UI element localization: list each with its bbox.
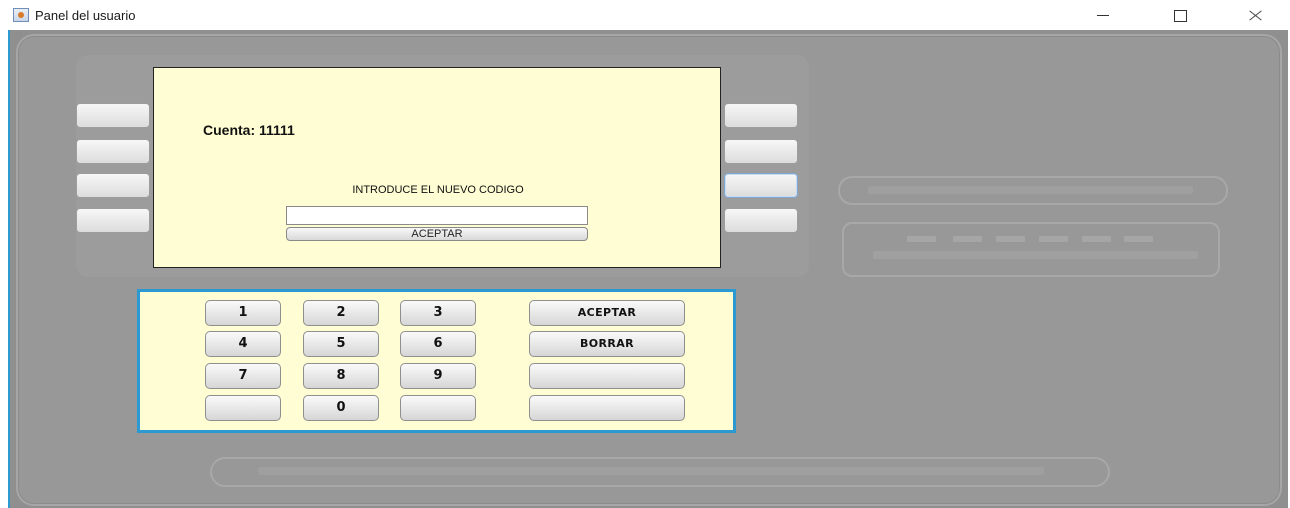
key-6[interactable]: 6: [400, 331, 476, 357]
dispenser-indicator: [1124, 236, 1153, 242]
key-1[interactable]: 1: [205, 300, 281, 326]
new-code-input[interactable]: [286, 206, 588, 225]
key-4[interactable]: 4: [205, 331, 281, 357]
atm-screen: Cuenta: 11111 INTRODUCE EL NUEVO CODIGO …: [153, 67, 721, 268]
maximize-icon[interactable]: [1157, 2, 1203, 28]
left-side-button-1[interactable]: [76, 103, 150, 128]
key-7[interactable]: 7: [205, 363, 281, 389]
card-slot-opening: [868, 186, 1193, 194]
right-side-button-2[interactable]: [724, 139, 798, 164]
screen-accept-button[interactable]: ACEPTAR: [286, 227, 588, 241]
keypad-blank-func-1[interactable]: [529, 363, 685, 389]
java-app-icon: [13, 8, 29, 22]
key-2[interactable]: 2: [303, 300, 379, 326]
dispenser-indicator: [907, 236, 936, 242]
new-code-prompt: INTRODUCE EL NUEVO CODIGO: [352, 184, 524, 196]
dispenser-indicator: [1039, 236, 1068, 242]
right-side-button-4[interactable]: [724, 208, 798, 233]
right-side-button-3[interactable]: [724, 173, 798, 198]
key-blank-left[interactable]: [205, 395, 281, 421]
title-bar: Panel del usuario: [0, 0, 1290, 30]
keypad: 1 2 3 ACEPTAR 4 5 6 BORRAR 7 8 9 0: [137, 289, 736, 433]
key-9[interactable]: 9: [400, 363, 476, 389]
close-icon[interactable]: [1232, 2, 1278, 28]
key-3[interactable]: 3: [400, 300, 476, 326]
receipt-slot-opening: [258, 467, 1044, 475]
key-8[interactable]: 8: [303, 363, 379, 389]
window-title: Panel del usuario: [35, 8, 136, 23]
keypad-accept-button[interactable]: ACEPTAR: [529, 300, 685, 326]
account-label: Cuenta: 11111: [203, 122, 295, 138]
dispenser-indicator: [1082, 236, 1111, 242]
minimize-icon[interactable]: [1080, 2, 1126, 28]
dispenser-indicator: [996, 236, 1025, 242]
key-5[interactable]: 5: [303, 331, 379, 357]
left-side-button-3[interactable]: [76, 173, 150, 198]
key-0[interactable]: 0: [303, 395, 379, 421]
right-side-button-1[interactable]: [724, 103, 798, 128]
keypad-clear-button[interactable]: BORRAR: [529, 331, 685, 357]
keypad-blank-func-2[interactable]: [529, 395, 685, 421]
dispenser-indicator: [953, 236, 982, 242]
key-blank-right[interactable]: [400, 395, 476, 421]
left-side-button-4[interactable]: [76, 208, 150, 233]
cash-slot-opening: [873, 251, 1198, 259]
cash-dispenser: [842, 222, 1220, 277]
left-side-button-2[interactable]: [76, 139, 150, 164]
